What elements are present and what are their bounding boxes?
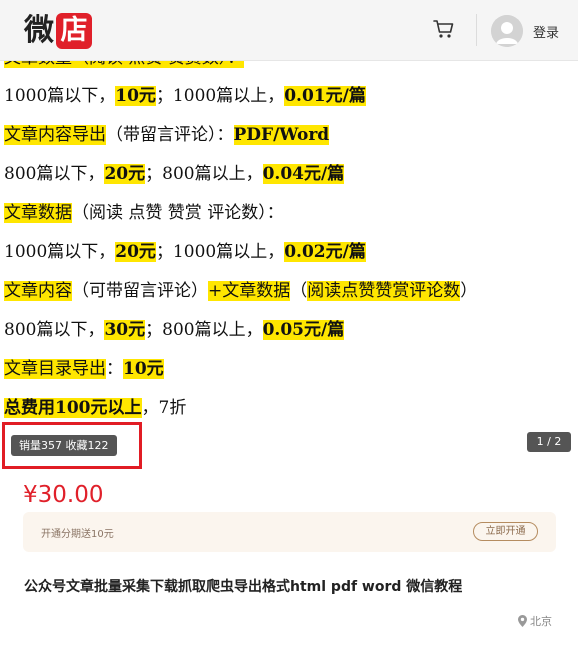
image-text-segment: 0.04元/篇 [262,164,345,184]
image-text-segment: 文章数量（阅读 点赞 赞赏数）： [4,61,245,68]
activate-button[interactable]: 立即开通 [473,522,538,541]
image-text-segment: （可带留言评论） [72,281,208,301]
image-text-line: 文章数据（阅读 点赞 赞赏 评论数）： [4,201,284,225]
image-text-segment: 20元 [115,242,156,262]
image-text-segment: ： [106,359,123,379]
location: 北京 [518,613,552,629]
image-text-segment: ；1000篇以上， [155,242,285,262]
login-link[interactable]: 登录 [533,22,559,41]
image-text-segment: 文章内容导出 [4,125,106,145]
image-text-line: 800篇以下，20元；800篇以上，0.04元/篇 [4,162,345,186]
logo-badge: 店 [56,13,92,49]
product-title: 公众号文章批量采集下载抓取爬虫导出格式html pdf word 微信教程 [24,579,463,595]
image-text-segment: 0.02元/篇 [284,242,366,262]
image-text-segment: 0.05元/篇 [262,320,345,340]
image-text-segment: 文章数据 [4,203,72,223]
header-divider [476,14,477,46]
image-text-segment: 800篇以下， [4,320,105,340]
image-text-segment: ；800篇以上， [145,164,263,184]
product-price: ¥30.00 [23,482,104,508]
sales-favorites-badge: 销量357 收藏122 [11,435,117,456]
image-text-segment: +文章数据 [208,281,291,301]
image-text-segment: 1000篇以下， [4,242,116,262]
image-text-line: 文章数量（阅读 点赞 赞赏数）： [4,61,245,70]
installment-promo-bar: 开通分期送10元 立即开通 [23,512,556,552]
location-pin-icon [518,615,527,627]
image-text-segment: 800篇以下， [4,164,105,184]
image-text-segment: （带留言评论）： [106,125,234,145]
stats-highlight-box: 销量357 收藏122 [2,422,142,469]
image-text-line: 文章内容（可带留言评论）+文章数据（阅读点赞赞赏评论数） [4,279,477,303]
image-text-segment: 10元 [123,359,164,379]
image-text-line: 800篇以下，30元；800篇以上，0.05元/篇 [4,318,345,342]
image-text-line: 1000篇以下，20元；1000篇以上，0.02元/篇 [4,240,366,264]
avatar-icon[interactable] [491,15,523,47]
image-text-line: 文章目录导出：10元 [4,357,164,381]
product-image-gallery[interactable]: 文章数量（阅读 点赞 赞赏数）：1000篇以下，10元；1000篇以上，0.01… [0,61,578,431]
image-text-segment: 0.01元/篇 [284,86,366,106]
location-text: 北京 [530,615,552,628]
image-text-segment: PDF/Word [233,125,330,145]
image-text-segment: 10元 [115,86,156,106]
image-text-line: 总费用100元以上，7折 [4,396,186,420]
image-text-segment: ；800篇以上， [145,320,263,340]
image-text-line: 文章内容导出（带留言评论）：PDF/Word [4,123,330,147]
image-text-segment: 总费用100元以上 [4,398,142,418]
image-text-segment: 文章内容 [4,281,72,301]
weidian-logo[interactable]: 微 店 [24,12,92,50]
logo-text: 微 [24,13,54,48]
image-text-segment: 30元 [104,320,146,340]
image-page-indicator: 1 / 2 [527,432,571,452]
image-text-segment: （ [290,281,308,301]
image-text-segment: ） [460,281,478,301]
image-text-segment: 阅读点赞赞赏评论数 [307,281,461,301]
cart-icon[interactable] [433,19,455,39]
image-text-segment: 20元 [104,164,146,184]
image-text-segment: （阅读 点赞 赞赏 评论数）： [72,203,284,223]
image-text-line: 1000篇以下，10元；1000篇以上，0.01元/篇 [4,84,366,108]
image-text-segment: 文章目录导出 [4,359,106,379]
image-text-segment: 1000篇以下， [4,86,116,106]
top-bar: 微 店 登录 [0,0,578,61]
promo-text: 开通分期送10元 [41,529,114,540]
image-text-segment: ，7折 [141,398,187,418]
image-text-segment: ；1000篇以上， [155,86,285,106]
